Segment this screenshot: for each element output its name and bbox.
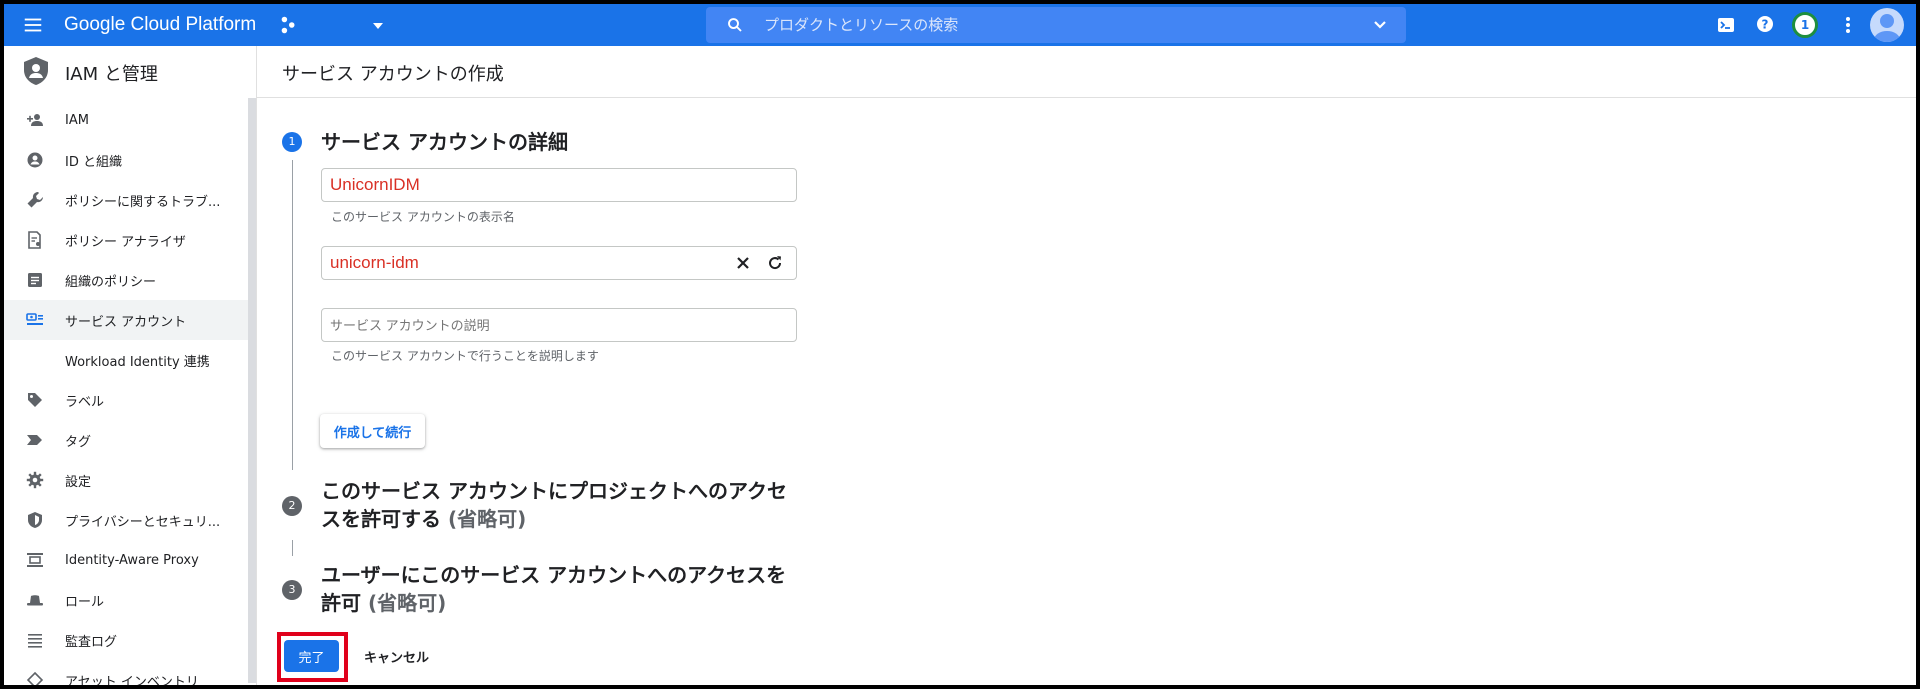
iap-icon (27, 553, 43, 567)
wrench-icon (27, 191, 44, 208)
step-1-number: 1 (282, 132, 302, 152)
hat-icon (27, 595, 43, 606)
sidebar-item-label: タグ (65, 434, 92, 450)
header-divider (257, 97, 1916, 98)
main-content: サービス アカウントの作成 1 サービス アカウントの詳細 このサービス アカウ… (257, 46, 1916, 685)
display-name-hint: このサービス アカウントの表示名 (331, 210, 515, 224)
description-hint: このサービス アカウントで行うことを説明します (331, 349, 599, 363)
more-vert-icon[interactable] (1838, 14, 1858, 36)
sidebar-item-service-accounts[interactable]: サービス アカウント (4, 300, 248, 340)
step-2-title-line2: スを許可する (321, 507, 441, 531)
sidebar-item-label: プライバシーとセキュリ... (65, 514, 221, 530)
sidebar-item-label: Workload Identity 連携 (65, 354, 210, 370)
sidebar-item-settings[interactable]: 設定 (4, 460, 248, 500)
sidebar-header: IAM と管理 (4, 46, 257, 95)
sidebar-item-label: ID と組織 (65, 154, 122, 170)
step-connector (292, 160, 293, 470)
sidebar-item-org-policy[interactable]: 組織のポリシー (4, 260, 248, 300)
tag-arrow-icon (27, 435, 42, 445)
person-add-icon (27, 114, 43, 126)
account-id-field[interactable] (321, 246, 797, 280)
shield-icon (28, 512, 42, 528)
policy-analyzer-icon (28, 231, 41, 249)
sidebar-item-label: IAM (65, 112, 89, 128)
step-2-optional: (省略可) (447, 507, 527, 531)
sidebar-item-audit-logs[interactable]: 監査ログ (4, 620, 248, 660)
sidebar-scrollbar[interactable] (248, 98, 256, 683)
description-input[interactable] (330, 309, 785, 341)
step-connector (292, 540, 293, 556)
sidebar-item-label: 設定 (65, 474, 92, 490)
notification-badge[interactable]: 1 (1792, 12, 1818, 38)
gear-icon (26, 471, 44, 489)
close-icon[interactable] (735, 255, 751, 271)
sidebar-item-identity-org[interactable]: ID と組織 (4, 140, 248, 180)
description-field[interactable] (321, 308, 797, 342)
step-3-optional: (省略可) (367, 591, 447, 615)
account-id-input[interactable] (330, 247, 720, 279)
cloud-shell-terminal-icon[interactable] (1716, 15, 1736, 35)
sidebar-item-label: ラベル (65, 394, 105, 410)
sidebar-item-label: 監査ログ (65, 634, 118, 650)
project-dropdown-caret-icon[interactable] (370, 18, 386, 34)
list-box-icon (28, 273, 42, 287)
search-bar[interactable] (706, 7, 1406, 43)
sidebar-item-label: ロール (65, 594, 105, 610)
step-1-title: サービス アカウントの詳細 (321, 130, 568, 154)
cancel-button[interactable]: キャンセル (354, 640, 439, 672)
lines-icon (28, 634, 42, 648)
refresh-icon[interactable] (766, 254, 784, 272)
screen: Google Cloud Platform ? (4, 4, 1916, 685)
step-3-title-line1: ユーザーにこのサービス アカウントへのアクセスを (321, 563, 787, 587)
sidebar-title: IAM と管理 (65, 64, 158, 85)
sidebar-item-label: ポリシー アナライザ (65, 234, 186, 250)
sidebar-item-iam[interactable]: IAM (4, 100, 248, 140)
sidebar-item-tags[interactable]: タグ (4, 420, 248, 460)
sidebar-item-label: Identity-Aware Proxy (65, 552, 199, 568)
help-icon[interactable]: ? (1755, 14, 1775, 34)
search-input[interactable] (764, 7, 1324, 43)
step-3-title: ユーザーにこのサービス アカウントへのアクセスを 許可 (省略可) (321, 561, 786, 617)
page-title: サービス アカウントの作成 (282, 64, 504, 85)
top-app-bar: Google Cloud Platform ? (4, 4, 1916, 46)
sidebar-item-label: アセット インベントリ (65, 674, 199, 686)
step-3-number: 3 (282, 580, 302, 600)
svg-text:?: ? (1762, 18, 1769, 32)
done-button[interactable]: 完了 (284, 640, 339, 672)
avatar[interactable] (1870, 8, 1904, 42)
step-2-title: このサービス アカウントにプロジェクトへのアクセ スを許可する (省略可) (321, 477, 787, 533)
sidebar-item-iap[interactable]: Identity-Aware Proxy (4, 540, 248, 580)
sidebar-item-label: 組織のポリシー (65, 274, 157, 290)
hamburger-menu-icon[interactable] (22, 14, 44, 36)
project-hierarchy-icon[interactable] (278, 14, 300, 36)
brand-title[interactable]: Google Cloud Platform (64, 12, 256, 38)
chevron-down-icon[interactable] (1372, 17, 1388, 33)
service-account-icon (26, 313, 43, 325)
display-name-input[interactable] (330, 169, 770, 201)
sidebar: IAM と管理 IAM ID と組織 ポリシーに関するトラブ... ポリシー ア… (4, 46, 257, 685)
sidebar-item-policy-troubleshooter[interactable]: ポリシーに関するトラブ... (4, 180, 248, 220)
step-2-number: 2 (282, 496, 302, 516)
user-avatar-icon (1874, 14, 1900, 42)
account-circle-icon (27, 152, 43, 168)
sidebar-item-privacy-security[interactable]: プライバシーとセキュリ... (4, 500, 248, 540)
search-icon (728, 18, 742, 32)
label-tag-icon (28, 393, 42, 407)
sidebar-item-policy-analyzer[interactable]: ポリシー アナライザ (4, 220, 248, 260)
sidebar-item-labels[interactable]: ラベル (4, 380, 248, 420)
iam-shield-icon (24, 57, 48, 85)
create-continue-button[interactable]: 作成して続行 (320, 414, 425, 448)
display-name-field[interactable] (321, 168, 797, 202)
sidebar-item-label: ポリシーに関するトラブ... (65, 194, 221, 210)
sidebar-item-asset-inventory[interactable]: アセット インベントリ (4, 660, 248, 685)
diamond-icon (26, 671, 44, 685)
step-3-title-line2: 許可 (321, 591, 361, 615)
sidebar-item-roles[interactable]: ロール (4, 580, 248, 620)
step-2-title-line1: このサービス アカウントにプロジェクトへのアクセ (321, 479, 787, 503)
sidebar-item-workload-identity[interactable]: Workload Identity 連携 (4, 340, 248, 380)
sidebar-item-label: サービス アカウント (65, 314, 187, 330)
